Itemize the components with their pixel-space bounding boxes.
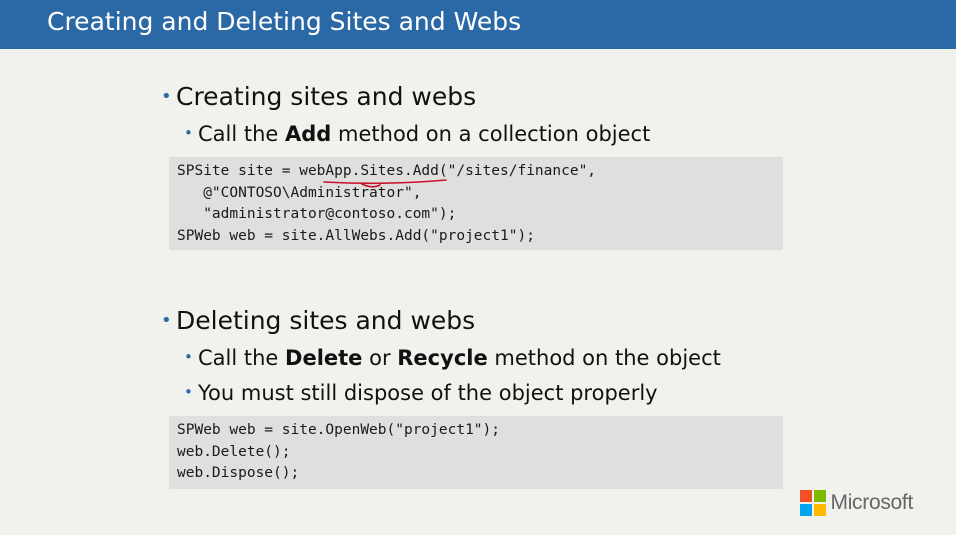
code-line: SPWeb web = site.OpenWeb("project1"); — [177, 422, 501, 438]
microsoft-logo-text: Microsoft — [830, 490, 914, 514]
bullet-dot-icon: • — [161, 310, 172, 331]
code-line: web.Dispose(); — [177, 465, 300, 481]
bullet-creating-sites: • Creating sites and webs — [161, 82, 476, 112]
microsoft-squares-icon — [800, 490, 826, 516]
bullet-dot-icon: • — [184, 124, 193, 142]
logo-square-red — [800, 490, 812, 502]
code-line: web.Delete(); — [177, 443, 291, 460]
bullet-call-add-suffix: method on a collection object — [331, 122, 651, 146]
bullet-call-delete-suffix: method on the object — [487, 346, 721, 370]
code-line: SPSite site = webApp.Sites.Add("/sites/f… — [177, 163, 597, 179]
bullet-call-delete-prefix: Call the — [198, 346, 286, 370]
red-underline-annotation — [323, 179, 447, 188]
code-block-create: SPSite site = webApp.Sites.Add("/sites/f… — [169, 157, 783, 250]
bullet-call-delete: • Call the Delete or Recycle method on th… — [184, 344, 721, 371]
title-bar: Creating and Deleting Sites and Webs — [0, 0, 956, 49]
slide-title: Creating and Deleting Sites and Webs — [47, 7, 522, 36]
bullet-dot-icon: • — [184, 383, 193, 401]
bullet-dot-icon: • — [161, 86, 172, 107]
code-block-delete: SPWeb web = site.OpenWeb("project1"); we… — [169, 416, 783, 489]
logo-square-green — [813, 490, 826, 502]
bullet-dispose: • You must still dispose of the object pr… — [184, 379, 658, 406]
logo-square-blue — [800, 503, 812, 516]
bullet-call-add-prefix: Call the — [198, 122, 286, 146]
code-line: SPWeb web = site.AllWebs.Add("project1")… — [177, 227, 535, 244]
code-line: "administrator@contoso.com"); — [177, 206, 457, 222]
bullet-call-delete-mid: or — [362, 346, 398, 370]
bullet-recycle-bold: Recycle — [397, 346, 488, 370]
bullet-dispose-text: You must still dispose of the object pro… — [198, 381, 658, 405]
bullet-delete-bold: Delete — [285, 346, 363, 370]
logo-square-yellow — [813, 503, 826, 516]
bullet-call-add-bold: Add — [285, 122, 332, 146]
code-line: @"CONTOSO\Administrator", — [177, 184, 422, 201]
bullet-deleting-sites-text: Deleting sites and webs — [176, 306, 476, 335]
bullet-creating-sites-text: Creating sites and webs — [176, 82, 477, 111]
bullet-call-add: • Call the Add method on a collection obj… — [184, 120, 650, 147]
bullet-deleting-sites: • Deleting sites and webs — [161, 306, 475, 336]
microsoft-logo: Microsoft — [800, 490, 913, 516]
bullet-dot-icon: • — [184, 348, 193, 366]
